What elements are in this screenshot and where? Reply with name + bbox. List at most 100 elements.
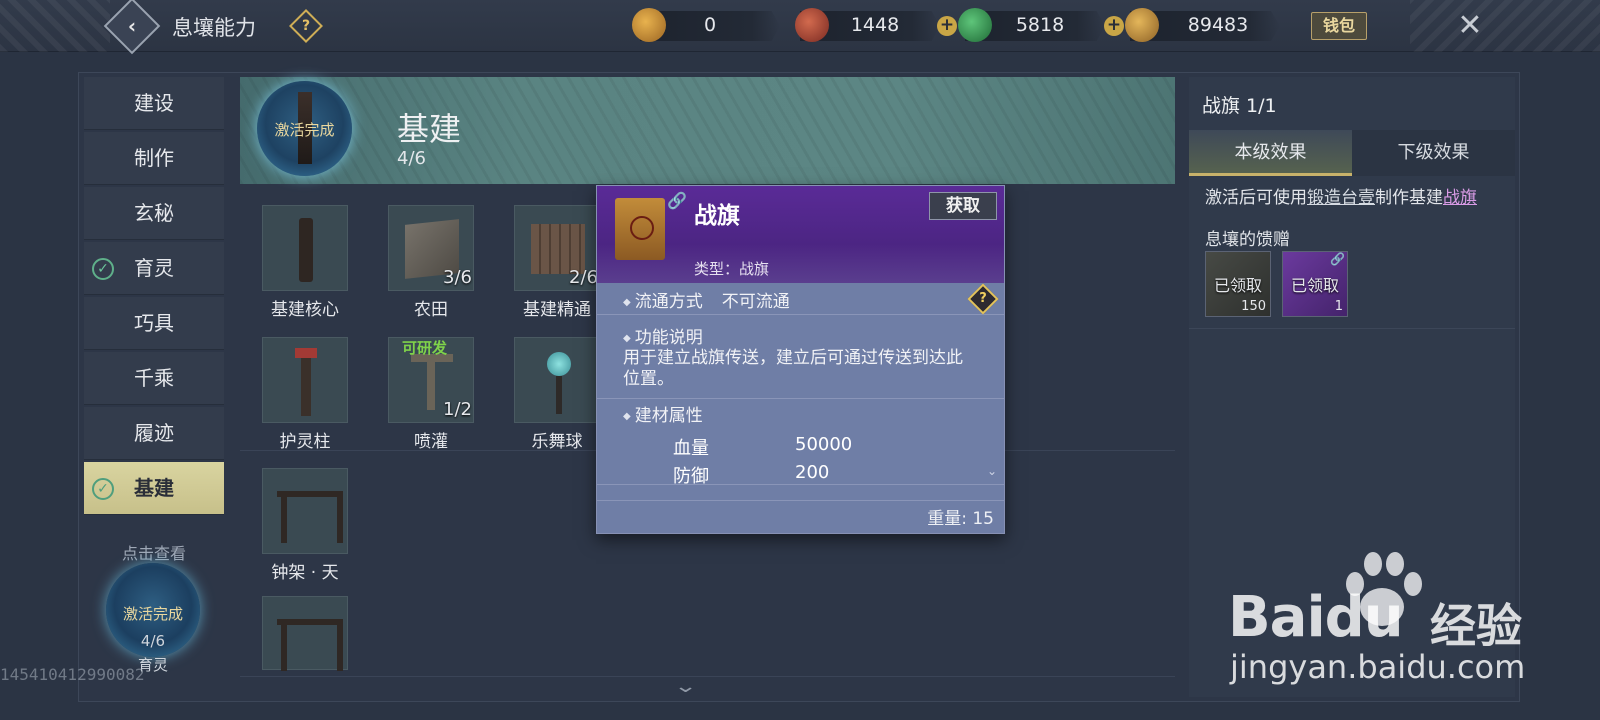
nav-item-mystic[interactable]: 玄秘 [84,187,224,240]
item-name: 钟架 · 天 [271,563,339,583]
nav-label: 基建 [134,476,174,500]
item-detail-popup: 🔗 战旗 获取 类型：战旗 ◆ 流通方式 不可流通 ? ◆ 功能说明 用于建立战旗传… [596,185,1005,534]
stat-label: 血量 [673,438,709,459]
diamond-bullet-icon: ◆ [623,297,631,308]
currency-value-3: 5818 [1015,14,1065,36]
tab-current-effect[interactable]: 本级效果 [1189,130,1352,176]
add-red-bead-button[interactable]: + [937,16,957,36]
baidu-brand-text: Baidu [1228,585,1404,650]
item-guardian-pillar[interactable]: 护灵柱 [240,337,350,457]
link-icon: 🔗 [667,191,687,210]
scroll-down-icon[interactable]: ⌄ [987,464,997,478]
stat-value: 50000 [795,434,853,455]
diamond-bullet-icon: ◆ [623,333,631,344]
item-name: 农田 [414,300,448,320]
desc-text: 激活后可使用 [1205,188,1307,208]
function-text: 用于建立战旗传送，建立后可通过传送到达此位置。 [623,348,963,389]
diamond-bullet-icon: ◆ [623,411,631,422]
nav-label: 育灵 [134,256,174,280]
reward-count: 1 [1334,299,1343,314]
bell-rack-icon [262,596,348,671]
close-icon[interactable]: ✕ [1450,6,1490,46]
item-weight: 重量: 15 [927,509,994,529]
item-name: 喷灌 [414,432,448,452]
id-watermark: 145410412990082 [0,665,145,684]
function-label: 功能说明 [634,328,703,348]
nav-item-infrastructure[interactable]: ✓ 基建 [84,462,224,515]
chevron-left-icon: ‹ [127,14,137,38]
gift-label: 息壤的馈赠 [1205,230,1290,250]
forge-link[interactable]: 锻造台壹 [1307,188,1375,208]
check-icon: ✓ [92,478,114,500]
stat-value: 200 [795,462,830,483]
red-bead-icon [795,8,829,42]
obtain-button[interactable]: 获取 [929,192,997,220]
item-count: 3/6 [443,267,472,288]
war-banner-link[interactable]: 战旗 [1443,188,1477,208]
currency-value-4: 89483 [1187,14,1249,36]
effect-tabs: 本级效果 下级效果 [1189,130,1515,176]
nav-label: 履迹 [134,421,174,445]
tab-next-effect[interactable]: 下级效果 [1352,130,1515,176]
nav-item-construction[interactable]: 建设 [84,77,224,130]
pillar-icon [262,337,348,423]
nav-label: 玄秘 [134,201,174,225]
popup-spacer [597,485,1004,501]
banner-title: 基建 [397,110,462,148]
item-sprinkler[interactable]: 可研发 1/2 喷灌 [366,337,476,457]
item-infra-core[interactable]: 基建核心 [240,205,350,325]
effect-description: 激活后可使用锻造台壹制作基建战旗 [1205,185,1505,211]
gourd-coin-icon [632,8,666,42]
nav-label: 巧具 [134,311,174,335]
circulation-label: 流通方式 [634,292,703,312]
gold-ingot-icon [1125,8,1159,42]
desc-text: 制作基建 [1375,188,1443,208]
category-banner [240,77,1175,184]
reward-count: 150 [1241,299,1266,314]
add-jade-coin-button[interactable]: + [1104,16,1124,36]
reward-slot-2[interactable]: 已领取 1 🔗 [1282,251,1348,317]
reward-status: 已领取 [1213,276,1262,295]
spirit-badge-label: 激活完成 [122,605,183,623]
nav-item-vehicles[interactable]: 千乘 [84,352,224,405]
effect-panel-title: 战旗 1/1 [1202,95,1277,117]
spirit-badge-progress: 4/6 [140,632,166,650]
banner-progress: 4/6 [397,148,426,169]
item-dance-orb[interactable]: 乐舞球 [492,337,602,457]
chevron-down-icon[interactable]: ⌄ [673,676,697,697]
item-bell-rack-heaven[interactable]: 钟架 · 天 [240,468,350,588]
orb-icon [514,337,600,423]
nav-item-crafting[interactable]: 制作 [84,132,224,185]
reward-slot-1[interactable]: 已领取 150 [1205,251,1271,317]
circulation-value: 不可流通 [721,292,790,312]
page-title: 息壤能力 [172,16,256,40]
link-icon: 🔗 [1330,252,1345,266]
function-row: ◆ 功能说明 用于建立战旗传送，建立后可通过传送到达此位置。 [597,315,1004,399]
effect-divider [1189,328,1515,329]
item-bell-rack-2[interactable] [240,596,350,716]
material-label: 建材属性 [634,406,703,426]
item-farmland[interactable]: 3/6 农田 [366,205,476,325]
currency-value-1: 0 [703,14,717,36]
totem-icon [262,205,348,291]
check-icon: ✓ [92,258,114,280]
circulation-row: ◆ 流通方式 不可流通 [597,283,1004,315]
researchable-tag: 可研发 [402,339,448,357]
wallet-button[interactable]: 钱包 [1311,12,1367,40]
item-name: 基建核心 [271,300,339,320]
item-infra-mastery[interactable]: 2/6 基建精通 [492,205,602,325]
nav-item-traces[interactable]: 履迹 [84,407,224,460]
war-banner-icon [615,198,665,260]
nav-label: 建设 [134,91,174,115]
bell-rack-icon [262,468,348,554]
jade-coin-icon [958,8,992,42]
reward-status: 已领取 [1290,276,1339,295]
item-type: 类型：战旗 [694,260,770,278]
nav-item-tools[interactable]: 巧具 [84,297,224,350]
item-name: 护灵柱 [279,432,331,452]
left-nav: 建设 制作 玄秘 ✓ 育灵 巧具 千乘 履迹 ✓ 基建 [84,77,224,517]
item-count: 2/6 [569,267,598,288]
baidu-brand-cn-text: 经验 [1430,599,1522,653]
currency-value-2: 1448 [850,14,900,36]
nav-item-spirit[interactable]: ✓ 育灵 [84,242,224,295]
